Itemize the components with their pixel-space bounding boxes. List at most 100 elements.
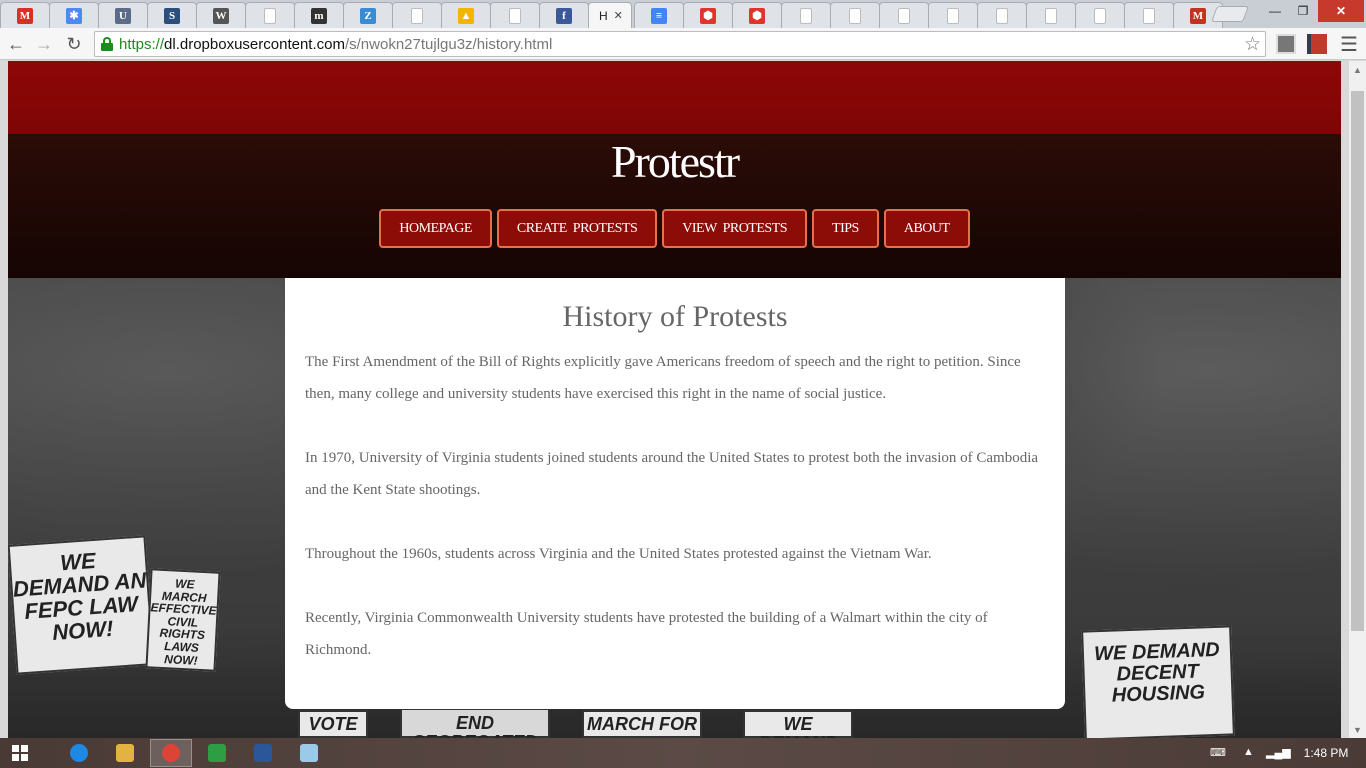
url-scheme: https:// (119, 35, 165, 53)
nav-view-protests[interactable]: VIEW PROTESTS (662, 209, 808, 248)
ucla-icon: U (115, 7, 131, 24)
browser-tab-active[interactable]: H ✕ (588, 2, 632, 28)
browser-tab[interactable]: ≡ (634, 2, 684, 28)
page-icon (898, 7, 910, 24)
browser-tab[interactable]: ▲ (441, 2, 491, 28)
page-icon (411, 7, 423, 24)
browser-tab[interactable] (977, 2, 1027, 28)
taskbar-app-button[interactable] (242, 739, 284, 767)
forward-arrow-icon[interactable]: → (32, 32, 56, 56)
browser-tab[interactable]: U (98, 2, 148, 28)
browser-tab[interactable] (392, 2, 442, 28)
scroll-thumb[interactable] (1351, 91, 1364, 631)
browser-tab[interactable] (830, 2, 880, 28)
browser-tab[interactable] (1026, 2, 1076, 28)
browser-tab[interactable] (928, 2, 978, 28)
history-paragraph: Throughout the 1960s, students across Vi… (305, 546, 932, 562)
nav-create-protests[interactable]: CREATE PROTESTS (496, 209, 658, 248)
browser-tab[interactable]: S (147, 2, 197, 28)
signal-icon[interactable]: ▂▄▆ (1266, 746, 1291, 759)
history-paragraph: In 1970, University of Virginia students… (305, 450, 1039, 498)
ie-icon (70, 744, 88, 762)
wikipedia-icon: W (213, 7, 229, 24)
taskbar-app-button[interactable] (104, 739, 146, 767)
page-icon (947, 7, 959, 24)
notepad-icon (300, 744, 318, 762)
history-paragraph: The First Amendment of the Bill of Right… (305, 354, 1021, 402)
browser-toolbar: ← → ↻ https://dl.dropboxusercontent.com/… (0, 28, 1366, 60)
chrome-icon (162, 744, 180, 762)
url-text[interactable]: https://dl.dropboxusercontent.com/s/nwok… (119, 36, 552, 53)
facebook-icon: f (556, 7, 572, 24)
nav-homepage[interactable]: HOMEPAGE (379, 209, 492, 248)
tab-close-icon[interactable]: ✕ (614, 9, 623, 22)
protest-sign: VOTE (298, 710, 368, 738)
browser-tab[interactable] (1124, 2, 1174, 28)
page-icon (1143, 7, 1155, 24)
tray-expand-icon[interactable]: ▲ (1243, 746, 1254, 758)
browser-tab[interactable] (879, 2, 929, 28)
store-icon (208, 744, 226, 762)
maximize-icon[interactable]: ❐ (1290, 0, 1316, 22)
gmail-m-icon: M (1190, 7, 1206, 24)
protest-sign: WE DEMAND (743, 710, 853, 738)
folder-icon (116, 744, 134, 762)
url-path: /s/nwokn27tujlgu3z/history.html (344, 35, 553, 53)
browser-tab[interactable] (781, 2, 831, 28)
nav-tips[interactable]: TIPS (812, 209, 879, 248)
browser-tab[interactable]: ⬢ (732, 2, 782, 28)
browser-tab[interactable]: Z (343, 2, 393, 28)
page-icon (849, 7, 861, 24)
taskbar-app-button[interactable] (288, 739, 330, 767)
keyboard-icon[interactable]: ⌨ (1210, 746, 1226, 759)
scroll-up-arrow-icon[interactable]: ▲ (1349, 61, 1366, 78)
close-icon[interactable]: ✕ (1318, 0, 1364, 22)
browser-tab[interactable]: ✱ (49, 2, 99, 28)
active-tab-title: H (599, 8, 608, 23)
page-icon (996, 7, 1008, 24)
scroll-down-arrow-icon[interactable]: ▼ (1349, 721, 1366, 738)
windows-logo-icon (12, 745, 28, 761)
back-arrow-icon[interactable]: ← (4, 32, 28, 56)
s-logo-icon: S (164, 7, 180, 24)
taskbar-app-button[interactable] (196, 739, 238, 767)
extension-icon[interactable] (1276, 34, 1296, 54)
tab-strip: M ✱ U S Wm Z ▲ f H ✕ ≡ ⬢ ⬢ M — ❐ ✕ (0, 0, 1366, 28)
browser-tab[interactable] (1075, 2, 1125, 28)
nav-about[interactable]: ABOUT (883, 209, 970, 248)
page-icon (264, 7, 276, 24)
lock-icon (101, 37, 113, 51)
reload-icon[interactable]: ↻ (62, 32, 86, 56)
taskbar-app-button[interactable] (58, 739, 100, 767)
browser-tab[interactable]: M (0, 2, 50, 28)
browser-tab[interactable] (490, 2, 540, 28)
docs-icon: ≡ (651, 7, 667, 24)
m-logo-icon: m (311, 7, 327, 24)
protest-sign: MARCH FOR (582, 710, 702, 738)
start-button[interactable] (4, 739, 36, 767)
browser-tab[interactable]: f (539, 2, 589, 28)
minimize-icon[interactable]: — (1262, 0, 1288, 22)
browser-tab[interactable] (245, 2, 295, 28)
site-title: Protestr (610, 136, 740, 187)
browser-tab[interactable]: m (294, 2, 344, 28)
page-scrollbar[interactable]: ▲ ▼ (1349, 61, 1366, 738)
bookmark-extension-icon[interactable] (1307, 34, 1327, 54)
taskbar-clock[interactable]: 1:48 PM (1296, 738, 1356, 768)
hexagon-icon: ⬢ (700, 7, 716, 24)
menu-icon[interactable]: ☰ (1337, 32, 1361, 56)
header-top-band (8, 61, 1341, 134)
new-tab-button[interactable] (1211, 6, 1249, 22)
address-bar[interactable]: https://dl.dropboxusercontent.com/s/nwok… (94, 31, 1266, 57)
page-viewport: Protestr HOMEPAGE CREATE PROTESTS VIEW P… (8, 61, 1341, 738)
browser-tab[interactable]: ⬢ (683, 2, 733, 28)
word-icon (254, 744, 272, 762)
gmail-icon: M (17, 7, 33, 24)
page-icon (509, 7, 521, 24)
browser-tab[interactable]: W (196, 2, 246, 28)
page-icon (800, 7, 812, 24)
windows-taskbar: ⌨ ▲ ▂▄▆ 1:48 PM (0, 738, 1366, 768)
bookmark-star-icon[interactable]: ☆ (1244, 33, 1261, 56)
taskbar-app-button[interactable] (150, 739, 192, 767)
hexagon-icon: ⬢ (749, 7, 765, 24)
